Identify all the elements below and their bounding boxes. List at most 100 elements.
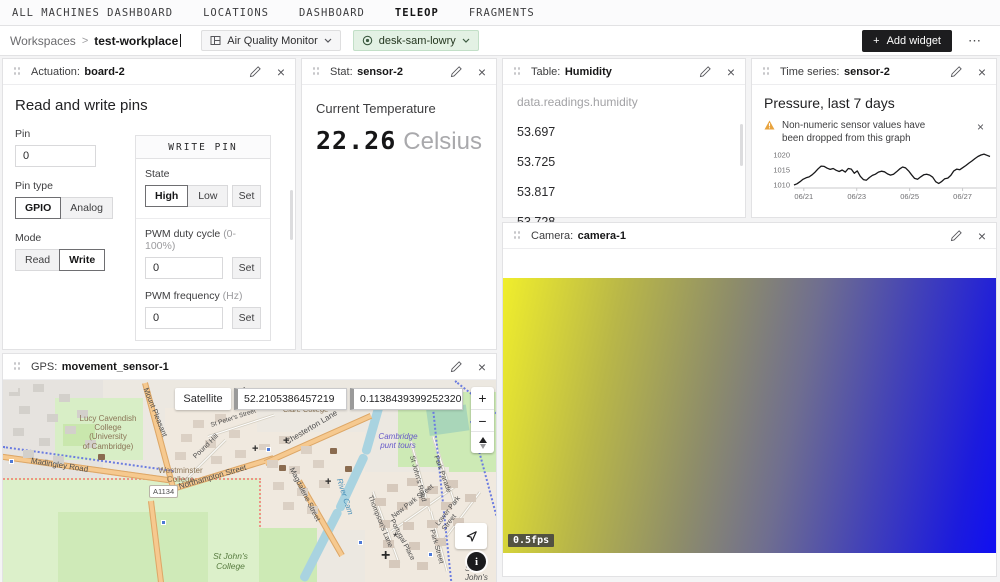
svg-text:06/25: 06/25: [900, 192, 919, 201]
edit-pencil-icon[interactable]: [950, 65, 963, 78]
church-cross-icon: +: [381, 548, 390, 564]
map-marker-blue: [358, 540, 363, 545]
breadcrumb-workspaces[interactable]: Workspaces: [10, 34, 76, 48]
longitude-input[interactable]: 0.11384393992523201: [350, 388, 463, 410]
close-icon[interactable]: ×: [978, 229, 986, 243]
actuation-body: Read and write pins Pin 0 Pin type GPIO …: [3, 85, 295, 350]
church-cross-icon: +: [252, 444, 258, 455]
stat-value: 22.26: [316, 126, 396, 155]
landmark-icon: [330, 448, 337, 454]
drag-handle-icon[interactable]: [13, 66, 21, 77]
chevron-down-icon: [324, 38, 332, 43]
drag-handle-icon[interactable]: [312, 66, 320, 77]
map-buildings: [259, 436, 270, 444]
edit-pencil-icon[interactable]: [950, 229, 963, 242]
machine-status-icon: [362, 35, 373, 46]
machine-selector-label: desk-sam-lowry: [379, 35, 456, 47]
table-row: 53.697: [517, 125, 731, 139]
map-marker-blue: [9, 459, 14, 464]
widget-resource-name: sensor-2: [844, 66, 890, 78]
edit-pencil-icon[interactable]: [450, 65, 463, 78]
church-cross-icon: +: [325, 477, 331, 488]
table-row: 53.817: [517, 185, 731, 199]
text-caret: [180, 34, 181, 47]
close-icon[interactable]: ×: [277, 65, 285, 79]
close-icon[interactable]: ×: [478, 65, 486, 79]
machine-selector[interactable]: desk-sam-lowry: [353, 30, 479, 51]
state-high-button[interactable]: High: [145, 185, 188, 207]
edit-pencil-icon[interactable]: [450, 360, 463, 373]
close-icon[interactable]: ×: [978, 65, 986, 79]
close-icon[interactable]: ×: [478, 360, 486, 374]
workspace-selector[interactable]: Air Quality Monitor: [201, 30, 340, 51]
nav-fragments[interactable]: FRAGMENTS: [469, 7, 535, 19]
more-menu-button[interactable]: ⋯: [968, 33, 982, 49]
nav-dashboard[interactable]: DASHBOARD: [299, 7, 365, 19]
workspace-icon: [210, 35, 221, 46]
write-pin-title: WRITE PIN: [136, 136, 270, 159]
locate-me-button[interactable]: [455, 523, 487, 549]
chart-title: Pressure, last 7 days: [764, 95, 984, 111]
svg-text:1010: 1010: [773, 181, 790, 190]
map-zoom-controls: + −: [471, 387, 494, 453]
drag-handle-icon[interactable]: [13, 361, 21, 372]
map-info-icon[interactable]: i: [467, 552, 486, 571]
satellite-toggle-button[interactable]: Satellite: [175, 388, 231, 410]
scrollbar-thumb[interactable]: [290, 190, 293, 240]
widget-header: Camera: camera-1 ×: [503, 223, 996, 249]
fps-badge: 0.5fps: [508, 534, 554, 547]
zoom-out-button[interactable]: −: [471, 409, 494, 431]
set-state-button[interactable]: Set: [232, 185, 261, 207]
map-canvas[interactable]: A1134 Lucy Cavendish College (University…: [3, 380, 496, 582]
state-low-button[interactable]: Low: [187, 185, 228, 207]
set-pwm-freq-button[interactable]: Set: [232, 307, 261, 329]
widget-title: Stat:: [330, 66, 353, 78]
edit-pencil-icon[interactable]: [249, 65, 262, 78]
widget-camera: Camera: camera-1 × 0.5fps: [502, 222, 997, 577]
map-buildings: [171, 412, 182, 420]
pin-type-analog-button[interactable]: Analog: [60, 197, 113, 219]
breadcrumb-current-workspace[interactable]: test-workplace: [94, 34, 178, 48]
compass-north-icon: [479, 437, 487, 443]
table-column-header: data.readings.humidity: [517, 95, 731, 109]
widget-stat: Stat: sensor-2 × Current Temperature 22.…: [301, 58, 497, 350]
warning-text: Non-numeric sensor values have been drop…: [782, 119, 940, 145]
compass-south-icon: [480, 444, 486, 449]
compass-reset-button[interactable]: [471, 431, 494, 453]
pin-input[interactable]: 0: [15, 145, 96, 167]
widget-resource-name: camera-1: [578, 230, 626, 242]
widget-title: Camera:: [531, 230, 573, 242]
map-area: [58, 512, 208, 582]
pwm-duty-input[interactable]: 0: [145, 257, 223, 279]
zoom-in-button[interactable]: +: [471, 387, 494, 409]
latitude-input[interactable]: 52.2105386457219: [234, 388, 347, 410]
map-buildings: [7, 384, 18, 392]
warning-icon: [764, 120, 775, 130]
drag-handle-icon[interactable]: [513, 230, 521, 241]
table-row: 53.725: [517, 155, 731, 169]
widget-resource-name: board-2: [84, 66, 124, 78]
set-pwm-duty-button[interactable]: Set: [232, 257, 261, 279]
mode-write-button[interactable]: Write: [59, 249, 105, 271]
close-icon[interactable]: ×: [727, 65, 735, 79]
nav-all-machines-dashboard[interactable]: ALL MACHINES DASHBOARD: [12, 7, 173, 19]
pin-type-gpio-button[interactable]: GPIO: [15, 197, 61, 219]
actuation-heading: Read and write pins: [15, 97, 283, 114]
widget-title: Table:: [531, 66, 560, 78]
svg-text:06/23: 06/23: [847, 192, 866, 201]
widget-header: Stat: sensor-2 ×: [302, 59, 496, 85]
dismiss-warning-icon[interactable]: ×: [977, 119, 984, 135]
map-area: [63, 424, 95, 446]
pwm-freq-input[interactable]: 0: [145, 307, 223, 329]
widget-header: GPS: movement_sensor-1 ×: [3, 354, 496, 380]
edit-pencil-icon[interactable]: [699, 65, 712, 78]
nav-locations[interactable]: LOCATIONS: [203, 7, 269, 19]
add-widget-button[interactable]: + Add widget: [862, 30, 952, 52]
scrollbar-thumb[interactable]: [740, 124, 743, 166]
mode-read-button[interactable]: Read: [15, 249, 60, 271]
nav-teleop[interactable]: TELEOP: [395, 7, 439, 19]
drag-handle-icon[interactable]: [513, 66, 521, 77]
svg-text:06/21: 06/21: [794, 192, 813, 201]
drag-handle-icon[interactable]: [762, 66, 770, 77]
warning-banner: Non-numeric sensor values have been drop…: [764, 119, 984, 145]
